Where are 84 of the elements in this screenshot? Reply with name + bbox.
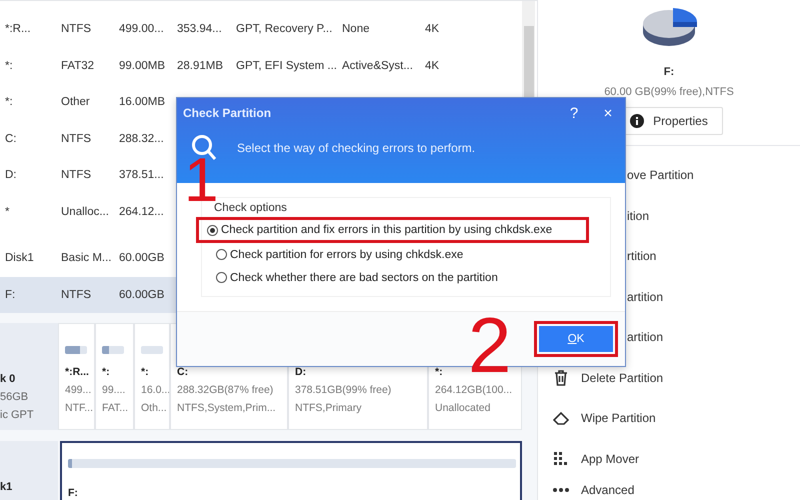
table-cell-text: *	[5, 206, 10, 218]
table-cell-text: F:	[5, 288, 16, 301]
partition-type: NTFS,Primary	[295, 402, 362, 414]
table-cell-text: 4K	[425, 60, 440, 72]
partition-type: Unallocated	[435, 402, 492, 414]
table-cell-text: Other	[61, 96, 91, 108]
table-cell-text: FAT32	[61, 60, 96, 72]
partition-name: *:	[435, 366, 444, 378]
table-cell-text: Active&Syst...	[342, 60, 414, 72]
partition-name: F:	[68, 487, 79, 499]
table-cell-text: Unalloc...	[61, 206, 110, 218]
table-cell-text: Disk1	[5, 252, 35, 264]
partition-block[interactable]: F:	[60, 441, 522, 500]
radio-button[interactable]	[216, 272, 227, 283]
radio-option[interactable]: Check partition for errors by using chkdsk.exe	[210, 243, 602, 266]
partition-type: FAT...	[102, 402, 129, 414]
table-cell-text: 288.32...	[119, 132, 165, 145]
table-row[interactable]: *: FAT32 99.00MB 28.91MB GPT, EFI System ... Active&Syst... 4K	[0, 48, 522, 84]
table-cell-text: C:	[5, 132, 18, 145]
partition-size: 264.12GB(100...	[435, 384, 514, 396]
partition-type: Oth...	[141, 402, 165, 414]
ok-button[interactable]: OK	[539, 326, 613, 352]
table-cell-text: 353.94...	[177, 23, 223, 36]
partition-size: 499...	[65, 384, 90, 396]
grid-icon	[553, 450, 569, 467]
action-item[interactable]: Wipe Partition	[538, 398, 800, 438]
radio-button[interactable]	[207, 224, 218, 236]
table-cell-text: GPT, Recovery P...	[236, 23, 334, 36]
partition-name: C:	[177, 366, 190, 378]
radio-option[interactable]: Check partition and fix errors in this partition by using chkdsk.exe	[207, 220, 552, 240]
disk-label: ic GPT	[0, 409, 35, 421]
table-cell-text: *:	[5, 60, 14, 72]
dialog-prompt: Select the way of checking errors to perform.	[237, 141, 476, 155]
table-cell-text: *:	[5, 96, 14, 108]
action-item[interactable]: Advanced	[538, 479, 800, 500]
disk-label: 56GB	[0, 391, 30, 403]
help-button[interactable]: ?	[557, 104, 591, 122]
partition-size: 378.51GB(99% free)	[295, 384, 392, 396]
action-item[interactable]: App Mover	[538, 438, 800, 479]
table-cell-text: D:	[5, 169, 18, 182]
table-cell-text: 28.91MB	[177, 60, 224, 72]
partition-name: *:	[102, 366, 111, 378]
partition-block[interactable]: *:R... 499... NTF...	[58, 323, 95, 430]
partition-name: *:R...	[65, 366, 90, 378]
drive-label: F:	[664, 66, 674, 78]
disk-label: k1	[0, 481, 14, 493]
partition-size: 99....	[102, 384, 126, 396]
table-cell-text: 16.00MB	[119, 96, 166, 108]
info-icon	[630, 114, 644, 128]
table-cell-text: NTFS	[61, 23, 92, 36]
disk-label-panel[interactable]: k 0 56GB ic GPT	[0, 323, 58, 430]
dots-icon	[553, 487, 569, 493]
table-cell-text: 60.00GB	[119, 252, 166, 264]
partition-name: D:	[295, 366, 308, 378]
partition-type: NTFS,System,Prim...	[177, 402, 277, 414]
dialog-title: Check Partition	[183, 106, 272, 120]
table-cell-text: NTFS	[61, 132, 92, 145]
table-cell-text: None	[342, 23, 370, 36]
table-cell-text: 499.00...	[119, 23, 165, 36]
radio-button[interactable]	[216, 249, 227, 260]
partition-block[interactable]: *: 99.... FAT...	[95, 323, 134, 430]
table-cell-text: 4K	[425, 23, 440, 36]
partition-type: NTF...	[65, 402, 90, 414]
table-cell-text: 264.12...	[119, 206, 165, 218]
table-cell-text: GPT, EFI System ...	[236, 60, 338, 72]
partition-size: 288.32GB(87% free)	[177, 384, 274, 396]
table-cell-text: Basic M...	[61, 252, 112, 264]
table-cell-text: NTFS	[61, 169, 92, 182]
table-cell-text: NTFS	[61, 288, 92, 301]
action-item[interactable]: Delete Partition	[538, 358, 800, 398]
trash-icon	[553, 370, 569, 386]
drive-info: 60.00 GB(99% free),NTFS	[604, 86, 734, 98]
radio-option[interactable]: Check whether there are bad sectors on the partition	[210, 266, 602, 289]
table-cell-text: 378.51...	[119, 169, 165, 182]
table-row[interactable]: *:R... NTFS 499.00... 353.94... GPT, Recovery P... None 4K	[0, 11, 522, 48]
disk-label: k 0	[0, 373, 16, 385]
table-cell-text: 99.00MB	[119, 60, 166, 72]
group-title: Check options	[214, 202, 288, 214]
partition-block[interactable]: *: 16.0... Oth...	[134, 323, 170, 430]
table-cell-text: *:R...	[5, 23, 32, 36]
table-cell-text: 60.00GB	[119, 288, 166, 301]
disk-label-panel[interactable]: k1	[0, 441, 58, 500]
partition-name: *:	[141, 366, 150, 378]
eraser-icon	[553, 411, 571, 426]
